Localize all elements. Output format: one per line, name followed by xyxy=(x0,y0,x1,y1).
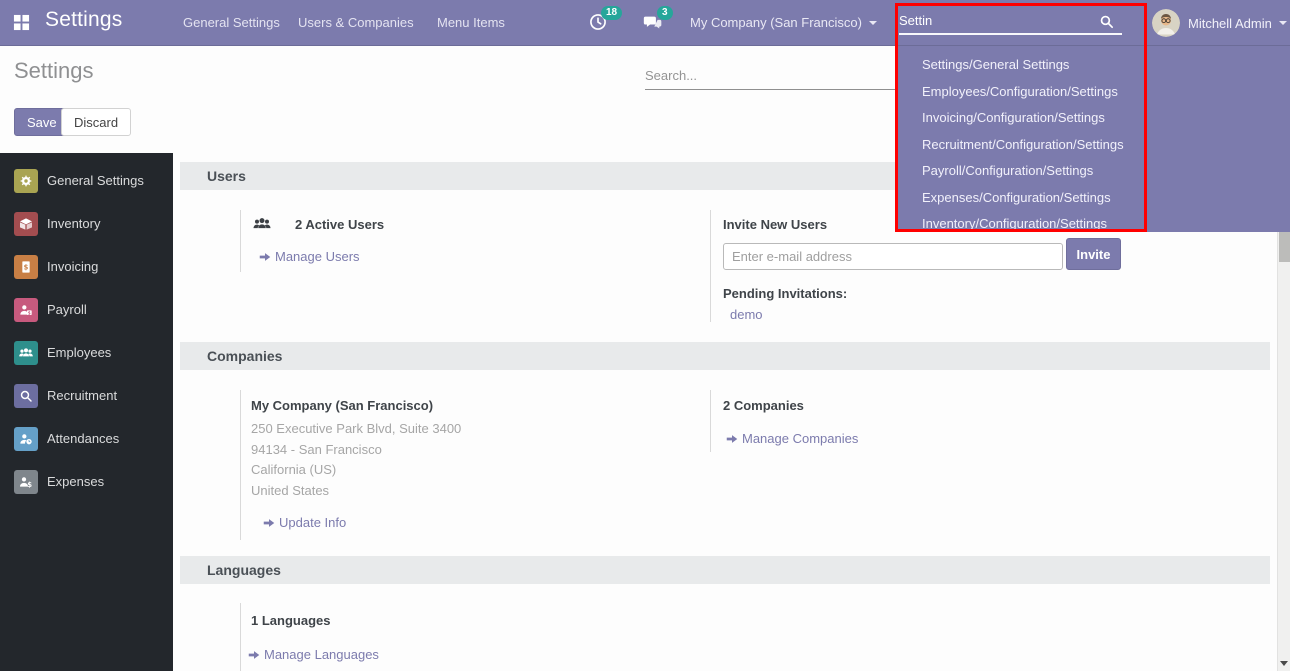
section-title: Users xyxy=(207,162,246,190)
svg-text:$: $ xyxy=(28,310,31,315)
arrow-right-icon xyxy=(259,251,271,263)
pending-invitations-label: Pending Invitations: xyxy=(723,286,847,301)
company-address-line: 250 Executive Park Blvd, Suite 3400 xyxy=(251,421,461,436)
company-switcher[interactable]: My Company (San Francisco) xyxy=(690,15,877,30)
sidebar-item-label: Employees xyxy=(47,345,111,360)
sidebar-item-general-settings[interactable]: General Settings xyxy=(0,159,173,202)
company-switcher-label: My Company (San Francisco) xyxy=(690,15,862,30)
menu-users-companies[interactable]: Users & Companies xyxy=(298,15,414,30)
person-dollar-icon: $ xyxy=(14,470,38,494)
svg-text:$: $ xyxy=(27,481,32,489)
invite-new-users-label: Invite New Users xyxy=(723,217,827,232)
sidebar-item-employees[interactable]: Employees xyxy=(0,331,173,374)
languages-box: 1 Languages Manage Languages xyxy=(240,603,670,671)
people-icon xyxy=(14,341,38,365)
languages-count: 1 Languages xyxy=(251,613,330,628)
svg-text:$: $ xyxy=(24,263,29,271)
apps-grid-icon[interactable] xyxy=(13,14,31,32)
app-title[interactable]: Settings xyxy=(45,8,122,32)
manage-companies-link[interactable]: Manage Companies xyxy=(726,431,858,446)
section-title: Companies xyxy=(207,342,282,370)
section-header-companies: Companies xyxy=(180,342,1270,370)
update-info-label: Update Info xyxy=(279,515,346,530)
settings-search-input[interactable] xyxy=(645,62,895,90)
invite-button[interactable]: Invite xyxy=(1066,238,1121,270)
scrollbar-down-arrow-icon[interactable] xyxy=(1280,661,1288,666)
gear-icon xyxy=(14,169,38,193)
user-menu[interactable]: Mitchell Admin xyxy=(1152,9,1287,37)
active-users-box: 2 Active Users Manage Users xyxy=(240,210,670,272)
manage-languages-link[interactable]: Manage Languages xyxy=(248,647,379,662)
arrow-right-icon xyxy=(248,649,260,661)
top-navbar: Settings General Settings Users & Compan… xyxy=(0,0,1290,46)
sidebar-item-label: Invoicing xyxy=(47,259,98,274)
arrow-right-icon xyxy=(263,517,275,529)
pending-user-label: demo xyxy=(730,307,763,322)
sidebar-item-payroll[interactable]: $ Payroll xyxy=(0,288,173,331)
search-input-underline xyxy=(899,33,1122,35)
company-info-box: My Company (San Francisco) 250 Executive… xyxy=(240,390,670,540)
payroll-icon: $ xyxy=(14,298,38,322)
arrow-right-icon xyxy=(726,433,738,445)
sidebar-item-label: Attendances xyxy=(47,431,119,446)
invite-email-input[interactable] xyxy=(723,243,1063,270)
sidebar-item-invoicing[interactable]: $ Invoicing xyxy=(0,245,173,288)
active-users-count: 2 Active Users xyxy=(295,217,384,232)
menu-general-settings[interactable]: General Settings xyxy=(183,15,280,30)
settings-sidebar: General Settings Inventory $ Invoicing $… xyxy=(0,153,173,671)
manage-users-link[interactable]: Manage Users xyxy=(259,249,360,264)
search-suggestion[interactable]: Settings/General Settings xyxy=(922,52,1290,79)
invoice-icon: $ xyxy=(14,255,38,279)
avatar xyxy=(1152,9,1180,37)
search-suggestion[interactable]: Payroll/Configuration/Settings xyxy=(922,158,1290,185)
users-group-icon xyxy=(251,214,273,239)
search-suggestion[interactable]: Invoicing/Configuration/Settings xyxy=(922,105,1290,132)
menu-search-dropdown: Settings/General Settings Employees/Conf… xyxy=(895,46,1290,232)
sidebar-item-recruitment[interactable]: Recruitment xyxy=(0,374,173,417)
sidebar-item-label: Expenses xyxy=(47,474,104,489)
company-address-line: United States xyxy=(251,483,329,498)
manage-companies-label: Manage Companies xyxy=(742,431,858,446)
chevron-down-icon xyxy=(1279,21,1287,25)
magnifier-icon xyxy=(14,384,38,408)
sidebar-item-label: Inventory xyxy=(47,216,100,231)
sidebar-item-inventory[interactable]: Inventory xyxy=(0,202,173,245)
search-suggestion[interactable]: Expenses/Configuration/Settings xyxy=(922,185,1290,212)
manage-languages-label: Manage Languages xyxy=(264,647,379,662)
section-title: Languages xyxy=(207,556,281,584)
sidebar-item-expenses[interactable]: $ Expenses xyxy=(0,460,173,503)
message-count-badge: 3 xyxy=(657,6,673,20)
discard-button[interactable]: Discard xyxy=(61,108,131,136)
sidebar-item-label: General Settings xyxy=(47,173,144,188)
page-title: Settings xyxy=(14,58,94,84)
update-info-link[interactable]: Update Info xyxy=(263,515,346,530)
menu-menu-items[interactable]: Menu Items xyxy=(437,15,505,30)
search-suggestion[interactable]: Employees/Configuration/Settings xyxy=(922,79,1290,106)
box-icon xyxy=(14,212,38,236)
manage-users-label: Manage Users xyxy=(275,249,360,264)
person-clock-icon xyxy=(14,427,38,451)
section-header-languages: Languages xyxy=(180,556,1270,584)
company-name: My Company (San Francisco) xyxy=(251,398,433,413)
search-icon[interactable] xyxy=(1098,13,1115,35)
odoo-settings-screen: Settings General Settings Users & Compan… xyxy=(0,0,1290,671)
search-suggestion[interactable]: Recruitment/Configuration/Settings xyxy=(922,132,1290,159)
pending-invitation-user-link[interactable]: demo xyxy=(730,307,763,322)
menu-search-input[interactable] xyxy=(899,7,1094,33)
search-suggestion[interactable]: Inventory/Configuration/Settings xyxy=(922,211,1290,238)
company-address-line: 94134 - San Francisco xyxy=(251,442,382,457)
company-address-line: California (US) xyxy=(251,462,336,477)
sidebar-item-label: Recruitment xyxy=(47,388,117,403)
chevron-down-icon xyxy=(869,21,877,25)
companies-count: 2 Companies xyxy=(723,398,804,413)
companies-count-box: 2 Companies Manage Companies xyxy=(710,390,1140,452)
user-name: Mitchell Admin xyxy=(1188,16,1272,31)
sidebar-item-label: Payroll xyxy=(47,302,87,317)
sidebar-item-attendances[interactable]: Attendances xyxy=(0,417,173,460)
activity-count-badge: 18 xyxy=(601,6,622,20)
